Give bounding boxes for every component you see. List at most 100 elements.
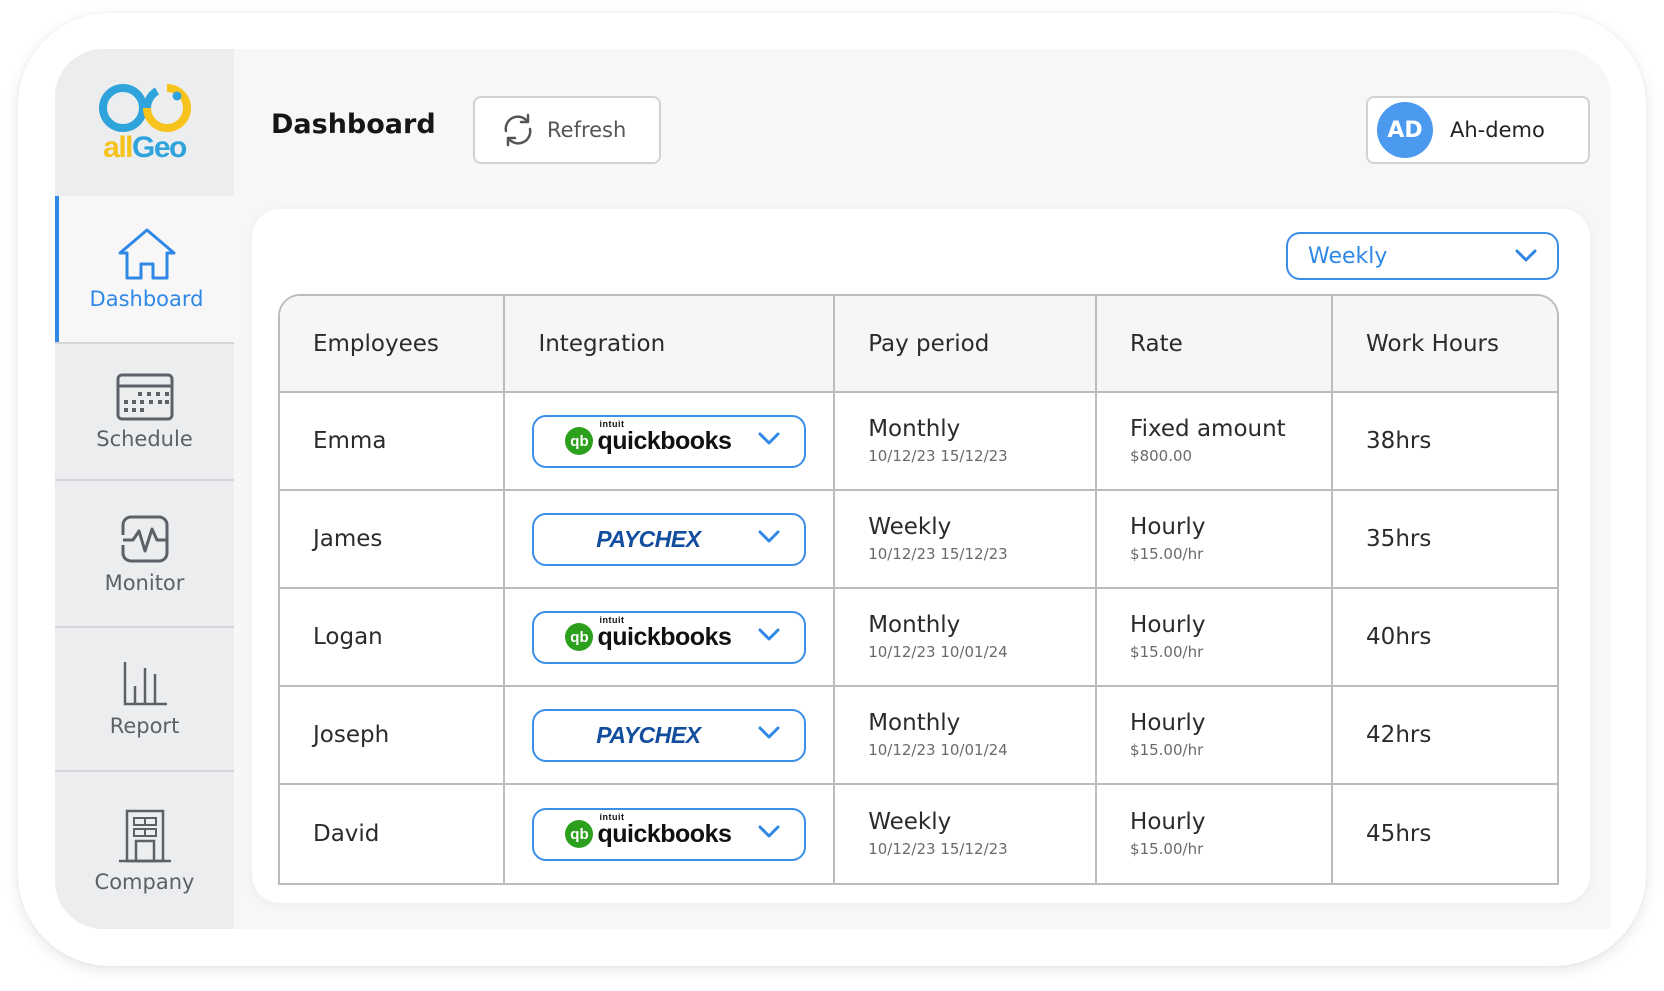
rate-cell: Hourly $15.00/hr	[1097, 785, 1334, 883]
avatar: AD	[1377, 102, 1433, 158]
quickbooks-text: quickbooks	[597, 819, 732, 848]
paychex-wordmark: PAYCHEX	[596, 721, 701, 748]
employee-name: David	[280, 785, 506, 883]
work-hours-text: 35hrs	[1366, 526, 1432, 552]
pay-period-type: Monthly	[868, 612, 961, 639]
employee-name-text: Emma	[313, 428, 387, 454]
work-hours-text: 38hrs	[1366, 428, 1432, 454]
table-row: Joseph PAYCHEX Monthly 10/12/23 10/01/24…	[280, 687, 1557, 785]
allgeo-wordmark: allGeo	[103, 130, 187, 164]
work-hours: 35hrs	[1333, 491, 1557, 589]
sidebar-item-schedule[interactable]: Schedule	[55, 342, 234, 479]
employee-name: James	[280, 491, 506, 589]
quickbooks-badge-icon: qb	[565, 623, 594, 651]
chevron-down-icon	[758, 825, 780, 837]
refresh-button[interactable]: Refresh	[473, 96, 661, 164]
column-header-employees: Employees	[280, 296, 506, 393]
paychex-logo: PAYCHEX	[534, 722, 762, 749]
chevron-down-icon	[758, 530, 780, 542]
allgeo-logo[interactable]: allGeo	[55, 49, 234, 196]
quickbooks-badge-icon: qb	[565, 427, 594, 455]
rate-value: $15.00/hr	[1130, 740, 1204, 759]
integration-select[interactable]: qb intuit quickbooks	[532, 610, 807, 664]
integration-select[interactable]: PAYCHEX	[532, 512, 807, 566]
pay-period-cell: Weekly 10/12/23 15/12/23	[835, 785, 1098, 883]
work-hours: 45hrs	[1333, 785, 1557, 883]
integration-cell: PAYCHEX	[505, 687, 836, 785]
paychex-logo: PAYCHEX	[534, 526, 762, 553]
employee-name-text: David	[313, 821, 380, 847]
pay-period-cell: Monthly 10/12/23 15/12/23	[835, 393, 1098, 491]
quickbooks-logo: qb intuit quickbooks	[534, 812, 762, 848]
sidebar-item-label: Schedule	[96, 426, 193, 451]
intuit-text: intuit	[599, 614, 625, 625]
rate-cell: Hourly $15.00/hr	[1097, 687, 1334, 785]
chevron-down-icon	[1515, 249, 1537, 262]
employee-name: Emma	[280, 393, 506, 491]
rate-type: Fixed amount	[1130, 416, 1286, 443]
pay-period-type: Weekly	[868, 514, 952, 541]
integration-cell: PAYCHEX	[505, 491, 836, 589]
chevron-down-icon	[758, 726, 780, 738]
sidebar-item-report[interactable]: Report	[55, 626, 234, 770]
rate-value: $800.00	[1130, 446, 1193, 465]
employee-name: Joseph	[280, 687, 506, 785]
pay-period-type: Weekly	[868, 809, 952, 836]
user-name: Ah-demo	[1450, 118, 1545, 142]
integration-cell: qb intuit quickbooks	[505, 785, 836, 883]
rate-cell: Hourly $15.00/hr	[1097, 491, 1334, 589]
quickbooks-logo: qb intuit quickbooks	[534, 419, 762, 455]
table-row: James PAYCHEX Weekly 10/12/23 15/12/23 H…	[280, 491, 1557, 589]
rate-type: Hourly	[1130, 514, 1206, 541]
sidebar-item-monitor[interactable]: Monitor	[55, 479, 234, 626]
sidebar-item-company[interactable]: Company	[55, 770, 234, 929]
payroll-table: Employees Integration Pay period Rate Wo…	[278, 294, 1559, 885]
intuit-text: intuit	[599, 811, 625, 822]
work-hours-text: 42hrs	[1366, 722, 1432, 748]
quickbooks-text: quickbooks	[597, 426, 732, 455]
table-row: Logan qb intuit quickbooks Monthly 10/12/2…	[280, 589, 1557, 687]
building-icon	[118, 809, 171, 862]
employee-name-text: James	[313, 526, 383, 552]
pay-period-cell: Monthly 10/12/23 10/01/24	[835, 687, 1098, 785]
user-menu-button[interactable]: AD Ah-demo	[1366, 96, 1590, 164]
rate-cell: Hourly $15.00/hr	[1097, 589, 1334, 687]
work-hours-text: 40hrs	[1366, 624, 1432, 650]
rate-value: $15.00/hr	[1130, 544, 1204, 563]
table-row: Emma qb intuit quickbooks Monthly 10/12/23…	[280, 393, 1557, 491]
app-window: allGeo Dashboard Schedule Monitor Report…	[55, 49, 1611, 929]
integration-cell: qb intuit quickbooks	[505, 589, 836, 687]
payroll-card: Weekly Employees Integration Pay period …	[252, 209, 1590, 903]
employee-name-text: Logan	[313, 624, 383, 650]
rate-type: Hourly	[1130, 612, 1206, 639]
integration-select[interactable]: qb intuit quickbooks	[532, 807, 807, 861]
integration-select[interactable]: qb intuit quickbooks	[532, 414, 807, 468]
pay-period-dates: 10/12/23 10/01/24	[868, 740, 1008, 759]
sidebar: allGeo Dashboard Schedule Monitor Report…	[55, 49, 234, 929]
work-hours: 38hrs	[1333, 393, 1557, 491]
pay-period-dates: 10/12/23 15/12/23	[868, 839, 1008, 858]
period-filter-value: Weekly	[1308, 243, 1388, 269]
work-hours: 42hrs	[1333, 687, 1557, 785]
refresh-label: Refresh	[547, 118, 627, 142]
pay-period-cell: Weekly 10/12/23 15/12/23	[835, 491, 1098, 589]
integration-cell: qb intuit quickbooks	[505, 393, 836, 491]
employee-name: Logan	[280, 589, 506, 687]
pay-period-type: Monthly	[868, 710, 961, 737]
employee-name-text: Joseph	[313, 722, 390, 748]
rate-cell: Fixed amount $800.00	[1097, 393, 1334, 491]
quickbooks-wordmark: intuit quickbooks	[597, 419, 732, 455]
chevron-down-icon	[758, 432, 780, 444]
pay-period-cell: Monthly 10/12/23 10/01/24	[835, 589, 1098, 687]
pulse-monitor-icon	[121, 515, 168, 562]
quickbooks-wordmark: intuit quickbooks	[597, 615, 732, 651]
quickbooks-wordmark: intuit quickbooks	[597, 812, 732, 848]
chevron-down-icon	[758, 628, 780, 640]
quickbooks-text: quickbooks	[597, 622, 732, 651]
period-filter-select[interactable]: Weekly	[1286, 232, 1559, 280]
integration-select[interactable]: PAYCHEX	[532, 708, 807, 762]
page-title: Dashboard	[271, 109, 436, 140]
sidebar-item-dashboard[interactable]: Dashboard	[55, 196, 234, 342]
calendar-icon	[116, 373, 173, 420]
refresh-icon	[504, 113, 532, 147]
